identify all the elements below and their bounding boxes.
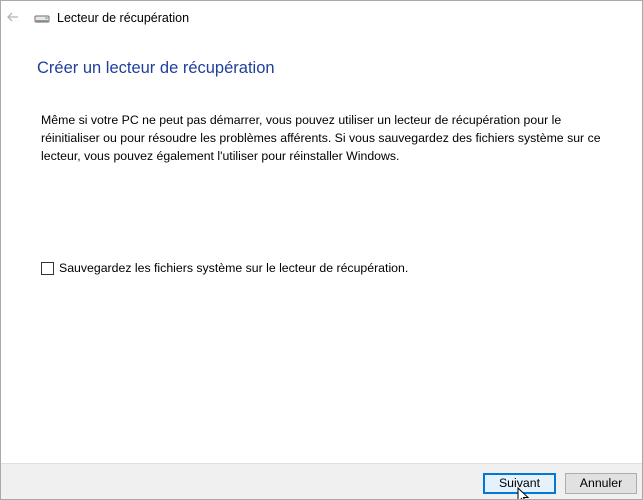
page-title: Créer un lecteur de récupération <box>37 59 275 77</box>
window-title: Lecteur de récupération <box>57 11 190 25</box>
back-arrow-icon[interactable] <box>5 9 21 25</box>
cancel-button[interactable]: Annuler <box>565 473 637 494</box>
recovery-drive-window: Lecteur de récupération Créer un lecteur… <box>0 0 643 500</box>
description-text: Même si votre PC ne peut pas démarrer, v… <box>41 113 601 163</box>
backup-system-files-label[interactable]: Sauvegardez les fichiers système sur le … <box>59 261 408 275</box>
title-bar: Lecteur de récupération <box>1 1 642 35</box>
button-bar: Suivant Annuler <box>1 463 642 499</box>
next-button[interactable]: Suivant <box>483 473 556 494</box>
backup-system-files-option[interactable]: Sauvegardez les fichiers système sur le … <box>41 260 408 276</box>
drive-icon <box>34 12 50 24</box>
backup-system-files-checkbox[interactable] <box>41 261 54 275</box>
